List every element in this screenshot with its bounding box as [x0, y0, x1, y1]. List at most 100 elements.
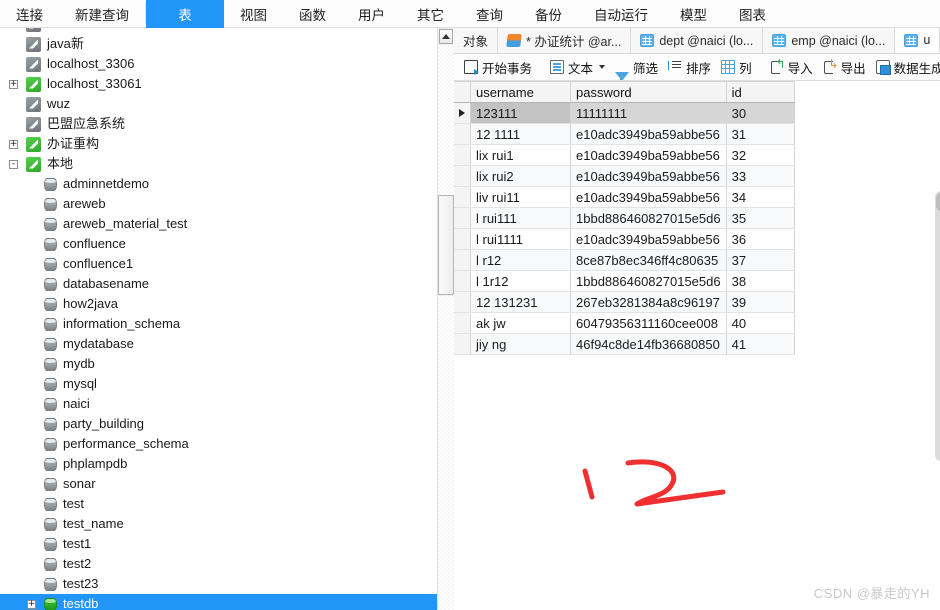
tree-item-database[interactable]: mydb: [0, 354, 437, 374]
menu-item-11[interactable]: 图表: [723, 0, 782, 28]
row-gutter[interactable]: [454, 312, 471, 334]
row-gutter[interactable]: [454, 102, 471, 124]
column-header-username[interactable]: username: [470, 81, 571, 103]
tree-item-database[interactable]: confluence: [0, 234, 437, 254]
table-row[interactable]: jiy ng 46f94c8de14fb36680850 41: [454, 333, 795, 355]
table-row[interactable]: l rui1111 e10adc3949ba59abbe56 36: [454, 228, 795, 250]
tree-item-connection[interactable]: wuz: [0, 94, 437, 114]
cell-username[interactable]: l rui1111: [470, 228, 571, 250]
cell-id[interactable]: 34: [726, 186, 795, 208]
menu-item-8[interactable]: 备份: [519, 0, 578, 28]
data-grid[interactable]: username password id 123111 11111111 30 12 …: [454, 81, 795, 355]
row-gutter[interactable]: [454, 333, 471, 355]
cell-password[interactable]: 8ce87b8ec346ff4c80635: [570, 249, 727, 271]
cell-password[interactable]: 11111111: [570, 102, 727, 124]
cell-id[interactable]: 39: [726, 291, 795, 313]
cell-id[interactable]: 38: [726, 270, 795, 292]
tree-item-database[interactable]: performance_schema: [0, 434, 437, 454]
toolbar-button-2[interactable]: 筛选: [610, 56, 663, 80]
tree-item-database[interactable]: information_schema: [0, 314, 437, 334]
toolbar-button-4[interactable]: 列: [716, 56, 757, 78]
table-row[interactable]: lix rui2 e10adc3949ba59abbe56 33: [454, 165, 795, 187]
editor-tab[interactable]: 对象: [454, 28, 499, 53]
menu-item-7[interactable]: 查询: [460, 0, 519, 28]
grid-toolbar[interactable]: 开始事务 文本 筛选 排序 列 导入 导出 数据生成: [454, 54, 940, 81]
table-row[interactable]: ak jw 60479356311160cee008 40: [454, 312, 795, 334]
data-grid-container[interactable]: username password id 123111 11111111 30 12 …: [454, 81, 940, 610]
cell-username[interactable]: liv rui11: [470, 186, 571, 208]
cell-password[interactable]: e10adc3949ba59abbe56: [570, 228, 727, 250]
table-row[interactable]: liv rui11 e10adc3949ba59abbe56 34: [454, 186, 795, 208]
cell-username[interactable]: 123111: [470, 102, 571, 124]
table-row[interactable]: l r12 8ce87b8ec346ff4c80635 37: [454, 249, 795, 271]
cell-username[interactable]: l r12: [470, 249, 571, 271]
row-gutter[interactable]: [454, 144, 471, 166]
expand-icon[interactable]: +: [9, 139, 18, 149]
cell-id[interactable]: 30: [726, 102, 795, 124]
menu-item-1[interactable]: 新建查询: [59, 0, 145, 28]
row-gutter[interactable]: [454, 186, 471, 208]
cell-id[interactable]: 31: [726, 123, 795, 145]
table-row[interactable]: 123111 11111111 30: [454, 102, 795, 124]
expand-icon[interactable]: +: [9, 79, 18, 89]
cell-password[interactable]: 60479356311160cee008: [570, 312, 727, 334]
tree-item-connection[interactable]: - 本地: [0, 154, 437, 174]
cell-id[interactable]: 41: [726, 333, 795, 355]
table-row[interactable]: 12 1111 e10adc3949ba59abbe56 31: [454, 123, 795, 145]
tree-item-connection[interactable]: java新: [0, 34, 437, 54]
table-row[interactable]: l 1r12 1bbd886460827015e5d6 38: [454, 270, 795, 292]
tree-item-database[interactable]: areweb_material_test: [0, 214, 437, 234]
cell-password[interactable]: e10adc3949ba59abbe56: [570, 144, 727, 166]
tree-item-connection[interactable]: + 办证重构: [0, 134, 437, 154]
expand-icon[interactable]: +: [27, 599, 36, 609]
scrollbar-track-upper[interactable]: [438, 45, 454, 195]
table-row[interactable]: l rui111 1bbd886460827015e5d6 35: [454, 207, 795, 229]
tree-item-database[interactable]: + testdb: [0, 594, 437, 610]
grid-body[interactable]: 123111 11111111 30 12 1111 e10adc3949ba59abb…: [454, 102, 795, 355]
cell-password[interactable]: e10adc3949ba59abbe56: [570, 123, 727, 145]
tree-item-connection[interactable]: localhost_3306: [0, 54, 437, 74]
tree-item-database[interactable]: adminnetdemo: [0, 174, 437, 194]
tree-item-database[interactable]: databasename: [0, 274, 437, 294]
cell-id[interactable]: 35: [726, 207, 795, 229]
row-gutter[interactable]: [454, 270, 471, 292]
cell-password[interactable]: 1bbd886460827015e5d6: [570, 207, 727, 229]
cell-id[interactable]: 36: [726, 228, 795, 250]
tree-item-database[interactable]: naici: [0, 394, 437, 414]
tree-item-database[interactable]: phplampdb: [0, 454, 437, 474]
cell-password[interactable]: e10adc3949ba59abbe56: [570, 186, 727, 208]
cell-username[interactable]: lix rui1: [470, 144, 571, 166]
column-header-password[interactable]: password: [570, 81, 727, 103]
cell-password[interactable]: 1bbd886460827015e5d6: [570, 270, 727, 292]
row-gutter[interactable]: [454, 228, 471, 250]
tree-item-database[interactable]: areweb: [0, 194, 437, 214]
menu-item-2[interactable]: 表: [146, 0, 224, 28]
scrollbar-track-lower[interactable]: [438, 296, 454, 610]
row-gutter[interactable]: [454, 123, 471, 145]
table-row[interactable]: lix rui1 e10adc3949ba59abbe56 32: [454, 144, 795, 166]
cell-username[interactable]: ak jw: [470, 312, 571, 334]
connection-tree-pane[interactable]: java新 localhost_3306 + localhost_33061 wuz 巴盟…: [0, 28, 437, 610]
menu-item-5[interactable]: 用户: [342, 0, 401, 28]
cell-id[interactable]: 32: [726, 144, 795, 166]
cell-password[interactable]: 46f94c8de14fb36680850: [570, 333, 727, 355]
editor-tab[interactable]: * 办证统计 @ar...: [498, 28, 632, 53]
table-row[interactable]: 12 131231 267eb3281384a8c96197 39: [454, 291, 795, 313]
tree-item-database[interactable]: test23: [0, 574, 437, 594]
tree-item-connection[interactable]: + localhost_33061: [0, 74, 437, 94]
editor-tab[interactable]: u: [895, 28, 940, 53]
editor-tab-bar[interactable]: 对象 * 办证统计 @ar... dept @naici (lo... emp @na…: [454, 28, 940, 54]
row-gutter[interactable]: [454, 249, 471, 271]
toolbar-button-0[interactable]: 开始事务: [459, 56, 537, 78]
menu-item-9[interactable]: 自动运行: [578, 0, 664, 28]
tree-vertical-scrollbar[interactable]: [437, 28, 454, 610]
menu-item-6[interactable]: 其它: [401, 0, 460, 28]
scrollbar-thumb[interactable]: [438, 195, 454, 295]
grid-floating-scrollbar[interactable]: [935, 191, 940, 461]
menu-item-3[interactable]: 视图: [224, 0, 283, 28]
toolbar-button-7[interactable]: 数据生成: [871, 56, 940, 78]
collapse-icon[interactable]: -: [9, 159, 18, 169]
menu-item-10[interactable]: 模型: [664, 0, 723, 28]
tree-item-connection[interactable]: 巴盟应急系统: [0, 114, 437, 134]
cell-username[interactable]: 12 131231: [470, 291, 571, 313]
